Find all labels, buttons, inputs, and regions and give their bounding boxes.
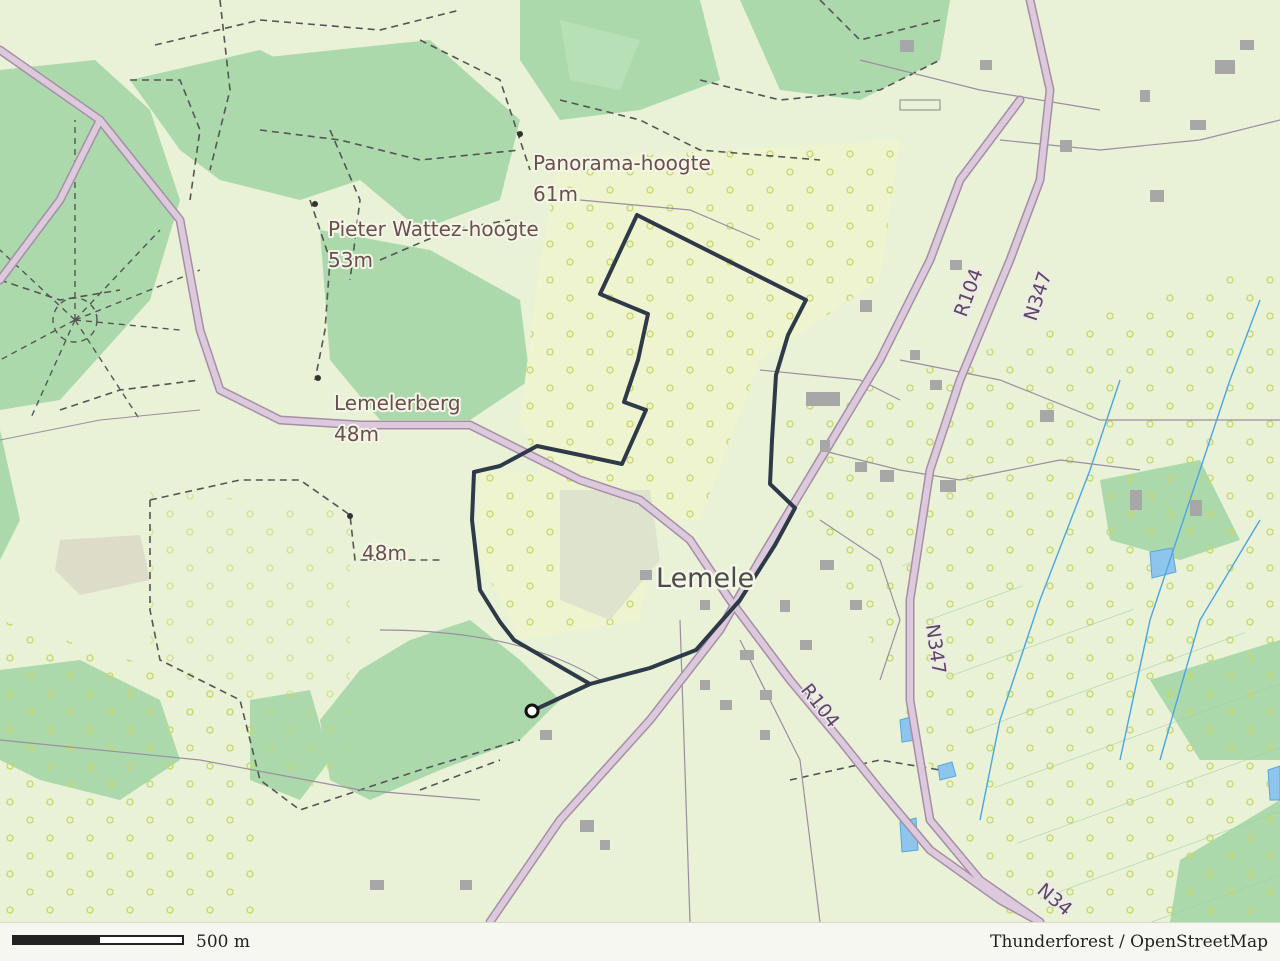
spot-elevation: 48m (362, 541, 407, 565)
attribution-text: Thunderforest / OpenStreetMap (990, 932, 1268, 952)
route-start-marker[interactable] (524, 703, 540, 719)
lemelerberg-elevation: 48m (334, 422, 379, 446)
panorama-label: Panorama-hoogte (533, 151, 711, 175)
map-footer: 500 m Thunderforest / OpenStreetMap (0, 922, 1280, 961)
pieter-wattez-elevation: 53m (328, 248, 373, 272)
lemelerberg-label: Lemelerberg (334, 391, 461, 415)
map-canvas[interactable]: Panorama-hoogte 61m Pieter Wattez-hoogte… (0, 0, 1280, 922)
pieter-wattez-label: Pieter Wattez-hoogte (328, 217, 539, 241)
town-label-lemele: Lemele (656, 563, 754, 594)
scale-bar (12, 935, 184, 945)
panorama-elevation: 61m (533, 182, 578, 206)
scale-label: 500 m (196, 932, 250, 952)
